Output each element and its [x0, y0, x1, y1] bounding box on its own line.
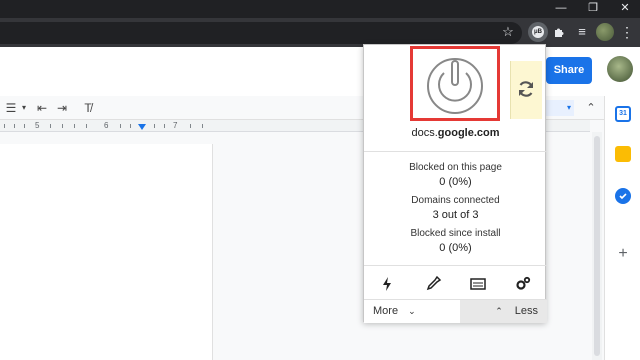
- blocked-page-label: Blocked on this page: [409, 162, 502, 173]
- reload-pane[interactable]: [510, 61, 542, 119]
- popup-tools-row: [364, 269, 547, 297]
- ruler-tick: [14, 124, 15, 128]
- ruler-tick: [202, 124, 203, 128]
- domains-connected-label: Domains connected: [411, 195, 500, 206]
- media-control-icon[interactable]: ≡: [572, 22, 592, 42]
- blocked-install-value: 0 (0%): [439, 242, 472, 254]
- ruler-label: 6: [104, 121, 109, 130]
- collapse-toolbar-icon[interactable]: ⌃: [582, 99, 600, 117]
- divider: [364, 265, 547, 266]
- hostname-prefix: docs.: [411, 127, 438, 139]
- ruler-tick: [130, 124, 131, 128]
- keep-icon[interactable]: [615, 146, 631, 162]
- side-panel: 31 +: [604, 96, 640, 360]
- power-button[interactable]: [410, 46, 500, 121]
- settings-gears-icon[interactable]: [514, 275, 532, 293]
- bulleted-list-caret-icon[interactable]: ▾: [19, 99, 29, 117]
- more-button[interactable]: More ⌄: [364, 300, 460, 323]
- ruler-label: 7: [173, 121, 178, 130]
- ruler-tick: [164, 124, 165, 128]
- ublock-extension-button[interactable]: μB: [528, 22, 548, 42]
- indent-marker[interactable]: [138, 124, 146, 130]
- decrease-indent-icon[interactable]: ⇤: [34, 99, 50, 117]
- chevron-up-icon: ⌃: [495, 306, 503, 316]
- popup-footer: More ⌄ ⌃ Less: [364, 299, 547, 323]
- ruler-tick: [24, 124, 25, 128]
- ublock-icon: μB: [532, 26, 544, 38]
- add-addon-icon[interactable]: +: [615, 246, 631, 262]
- blocked-install-label: Blocked since install: [410, 228, 501, 239]
- ruler-tick: [62, 124, 63, 128]
- blocked-page-value: 0 (0%): [439, 176, 472, 188]
- share-button[interactable]: Share: [546, 57, 592, 84]
- refresh-icon: [518, 81, 534, 97]
- browser-toolbar: ☆ μB ≡ ⋮: [0, 18, 640, 47]
- browser-title-bar: — ❐ ✕: [0, 0, 640, 18]
- style-dropdown[interactable]: ▾: [544, 100, 574, 116]
- clear-formatting-icon[interactable]: T̸: [80, 99, 96, 117]
- chrome-menu-icon[interactable]: ⋮: [620, 22, 634, 42]
- tasks-icon[interactable]: [615, 188, 631, 204]
- document-page[interactable]: [0, 144, 213, 360]
- scrollbar-thumb[interactable]: [594, 136, 600, 356]
- lightning-icon[interactable]: [378, 275, 396, 293]
- hostname-domain: google.com: [437, 127, 500, 139]
- ruler-tick: [4, 124, 5, 128]
- minimize-button[interactable]: —: [546, 0, 576, 18]
- chevron-down-icon: ⌄: [408, 306, 416, 316]
- extensions-puzzle-icon[interactable]: [549, 22, 569, 42]
- ruler-tick: [154, 124, 155, 128]
- divider: [364, 151, 547, 152]
- bulleted-list-icon[interactable]: ☰: [4, 99, 18, 117]
- close-window-button[interactable]: ✕: [610, 0, 640, 18]
- increase-indent-icon[interactable]: ⇥: [54, 99, 70, 117]
- domains-connected-value: 3 out of 3: [432, 209, 479, 221]
- user-avatar[interactable]: [607, 56, 633, 82]
- profile-avatar[interactable]: [596, 23, 614, 41]
- ruler-tick: [120, 124, 121, 128]
- eyedropper-icon[interactable]: [424, 275, 442, 293]
- power-icon: [427, 58, 483, 114]
- more-label: More: [373, 305, 399, 317]
- less-label: Less: [514, 305, 538, 317]
- ruler-label: 5: [35, 121, 40, 130]
- ruler-tick: [74, 124, 75, 128]
- dropdown-caret-icon: ▾: [566, 103, 571, 112]
- restore-button[interactable]: ❐: [578, 0, 608, 18]
- site-hostname: docs.google.com: [364, 127, 547, 139]
- bookmark-star-icon[interactable]: ☆: [498, 22, 518, 42]
- ruler-tick: [86, 124, 87, 128]
- document-scrollbar[interactable]: [592, 132, 602, 360]
- logger-icon[interactable]: [469, 275, 487, 293]
- calendar-icon[interactable]: 31: [615, 106, 631, 122]
- ublock-popup: docs.google.com Blocked on this page 0 (…: [363, 44, 547, 323]
- address-bar[interactable]: [0, 22, 522, 44]
- less-button[interactable]: ⌃ Less: [460, 300, 547, 323]
- ruler-tick: [190, 124, 191, 128]
- ruler-tick: [50, 124, 51, 128]
